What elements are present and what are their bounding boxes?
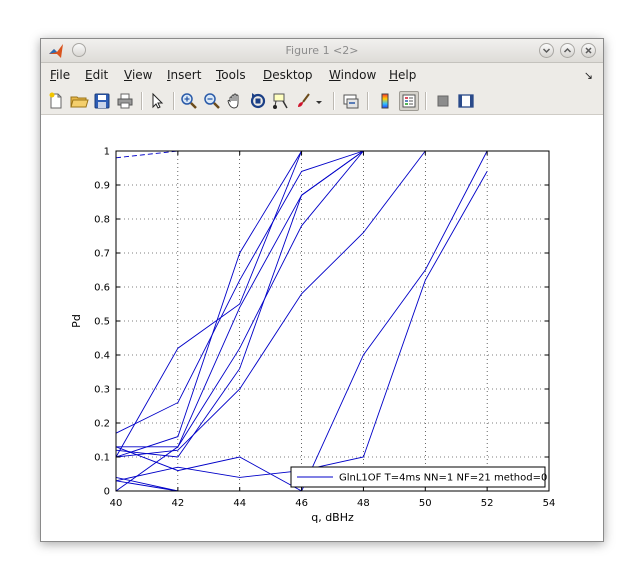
- zoom-out-button[interactable]: [202, 91, 222, 111]
- dock-arrow-icon[interactable]: ↘: [584, 69, 593, 82]
- menu-edit[interactable]: Edit: [85, 68, 108, 82]
- title-bar[interactable]: Figure 1 <2>: [41, 39, 603, 63]
- toolbar-separator: [333, 92, 335, 110]
- legend-icon: [402, 94, 416, 108]
- menu-view[interactable]: View: [124, 68, 152, 82]
- save-icon: [94, 93, 110, 109]
- toolbar-separator: [367, 92, 369, 110]
- menu-help[interactable]: Help: [389, 68, 416, 82]
- hide-plot-tools-button[interactable]: [433, 91, 453, 111]
- x-tick-label: 46: [295, 498, 308, 509]
- brush-button[interactable]: [294, 91, 314, 111]
- menu-bar: File Edit View Insert Tools Desktop Wind…: [41, 63, 603, 87]
- edit-plot-button[interactable]: [147, 91, 167, 111]
- insert-colorbar-button[interactable]: [375, 91, 395, 111]
- link-icon: [343, 94, 359, 109]
- menu-desktop[interactable]: Desktop: [263, 68, 313, 82]
- colorbar-icon: [381, 93, 389, 109]
- show-plot-tools-button[interactable]: [456, 91, 476, 111]
- y-axis-label: Pd: [70, 314, 83, 328]
- y-tick-label: 0.9: [94, 181, 110, 192]
- zoom-in-icon: [181, 93, 197, 109]
- y-tick-label: 0.8: [94, 215, 110, 226]
- pan-icon: [227, 93, 239, 109]
- series-line-1: [115, 150, 178, 159]
- y-tick-label: 0.1: [94, 453, 110, 464]
- y-tick-label: 0.4: [94, 351, 110, 362]
- insert-legend-button[interactable]: [399, 91, 419, 111]
- series-line-8: [115, 150, 426, 458]
- series-line-12: [115, 480, 302, 492]
- close-button[interactable]: [581, 43, 596, 58]
- new-figure-button[interactable]: [46, 91, 66, 111]
- legend-entry: GlnL1OF T=4ms NN=1 NF=21 method=0: [339, 473, 547, 484]
- y-tick-label: 0.2: [94, 419, 110, 430]
- y-tick-label: 0.3: [94, 385, 110, 396]
- pointer-icon: [152, 92, 164, 109]
- new-figure-icon: [49, 92, 62, 109]
- legend[interactable]: GlnL1OF T=4ms NN=1 NF=21 method=0: [290, 466, 547, 488]
- brush-icon: [298, 93, 310, 107]
- figure-window: Figure 1 <2> File Edit View Insert Tools…: [40, 38, 604, 542]
- window-title: Figure 1 <2>: [285, 44, 359, 57]
- menu-window[interactable]: Window: [329, 68, 376, 82]
- x-tick-label: 50: [419, 498, 432, 509]
- menu-tools[interactable]: Tools: [216, 68, 246, 82]
- chevron-down-icon: [316, 101, 322, 104]
- print-button[interactable]: [115, 91, 135, 111]
- close-icon: [585, 47, 592, 54]
- hide-plot-tools-icon: [437, 95, 449, 107]
- x-tick-label: 40: [110, 498, 123, 509]
- x-tick-label: 54: [543, 498, 556, 509]
- maximize-button[interactable]: [560, 43, 575, 58]
- print-icon: [117, 93, 133, 109]
- x-tick-label: 52: [481, 498, 494, 509]
- x-tick-label: 44: [233, 498, 246, 509]
- y-tick-label: 0.6: [94, 283, 110, 294]
- toolbar-separator: [141, 92, 143, 110]
- series-line-10: [115, 171, 488, 482]
- zoom-out-icon: [204, 93, 220, 109]
- toolbar-separator: [425, 92, 427, 110]
- open-file-icon: [70, 96, 89, 108]
- rotate-3d-button[interactable]: [248, 91, 268, 111]
- menu-file[interactable]: File: [50, 68, 70, 82]
- rotate-icon: [250, 93, 266, 109]
- pan-button[interactable]: [225, 91, 245, 111]
- line-chart[interactable]: 40 42 44 46 48 50 52 54 0 0.1 0.2 0.3 0.4 0.5 0.6 0.7 0.…: [41, 116, 603, 541]
- figure-canvas[interactable]: 40 42 44 46 48 50 52 54 0 0.1 0.2 0.3 0.4 0.5 0.6 0.7 0.…: [41, 116, 603, 541]
- y-tick-label: 0.5: [94, 317, 110, 328]
- link-plot-button[interactable]: [341, 91, 361, 111]
- data-cursor-button[interactable]: [271, 91, 291, 111]
- y-tick-label: 0: [104, 487, 110, 498]
- menu-insert[interactable]: Insert: [167, 68, 201, 82]
- save-button[interactable]: [92, 91, 112, 111]
- x-tick-label: 48: [357, 498, 370, 509]
- zoom-in-button[interactable]: [179, 91, 199, 111]
- show-plot-tools-icon: [458, 94, 474, 108]
- y-tick-label: 0.7: [94, 249, 110, 260]
- data-cursor-icon: [273, 93, 288, 109]
- x-axis-label: q, dBHz: [311, 511, 354, 524]
- chevron-up-icon: [563, 47, 572, 53]
- toolbar-separator: [173, 92, 175, 110]
- open-file-button[interactable]: [69, 91, 89, 111]
- brush-dropdown[interactable]: [314, 91, 324, 111]
- minimize-button[interactable]: [539, 43, 554, 58]
- x-tick-label: 42: [171, 498, 184, 509]
- chevron-down-icon: [542, 48, 551, 54]
- toolbar: [41, 87, 603, 115]
- y-tick-label: 1: [104, 147, 110, 158]
